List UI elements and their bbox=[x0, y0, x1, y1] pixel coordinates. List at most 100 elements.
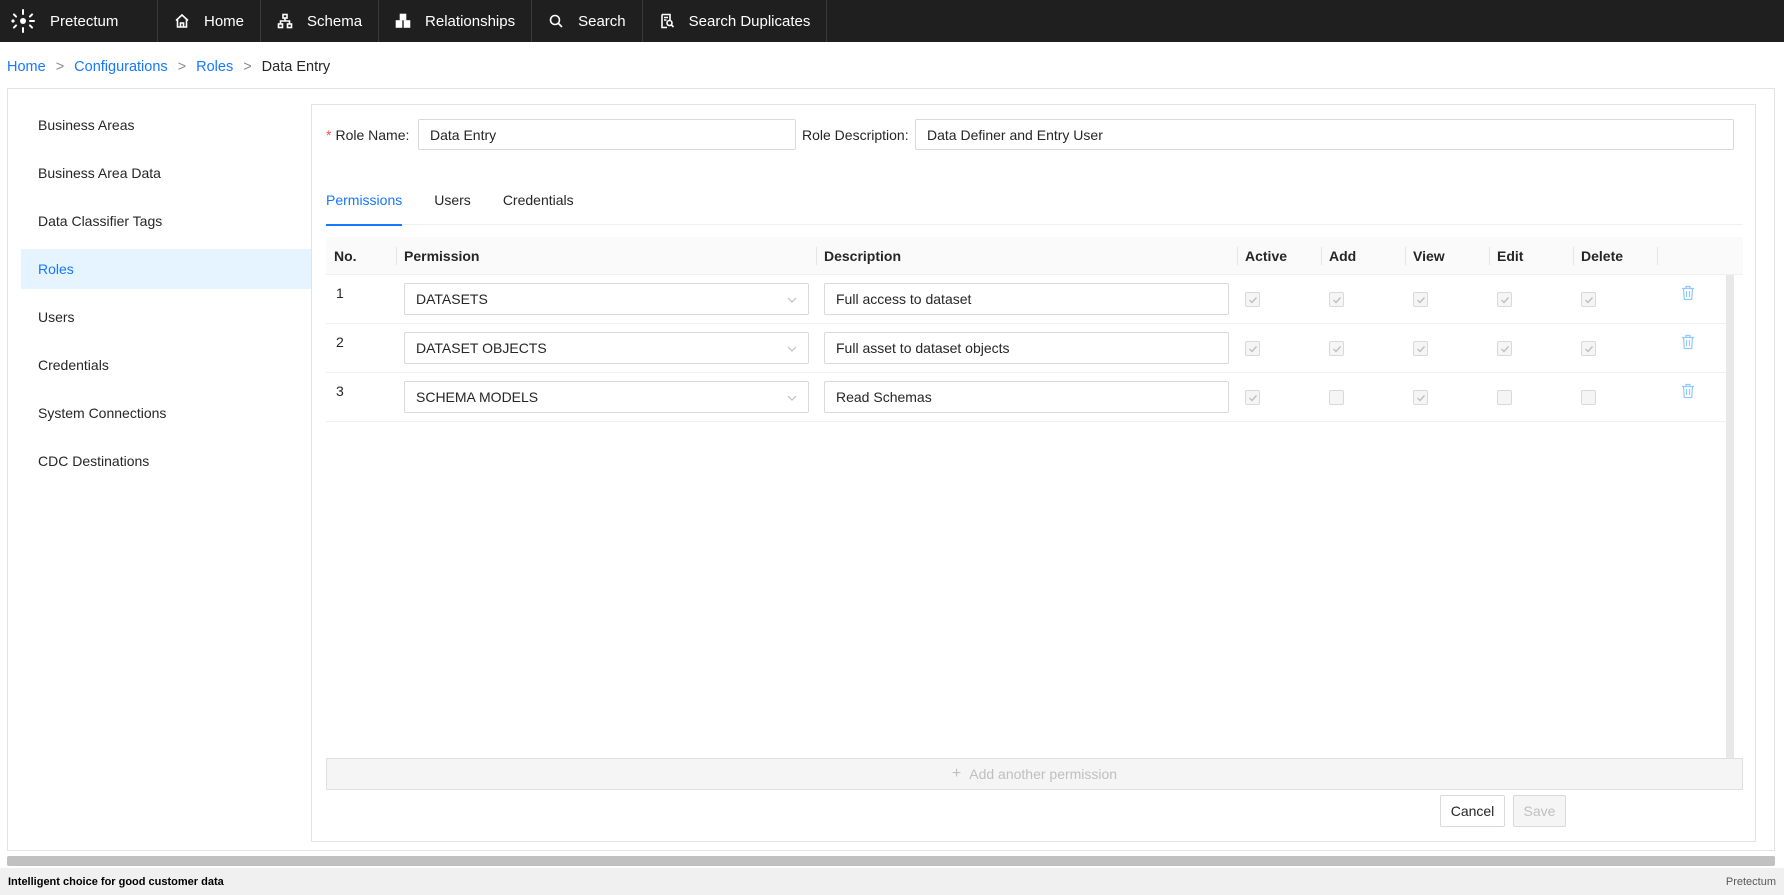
role-tabs: Permissions Users Credentials bbox=[326, 175, 1743, 226]
row-number: 1 bbox=[336, 285, 344, 301]
nav-search[interactable]: Search bbox=[532, 0, 643, 42]
chevron-down-icon bbox=[787, 297, 797, 303]
breadcrumb-configurations[interactable]: Configurations bbox=[74, 59, 168, 75]
check-icon bbox=[1500, 345, 1509, 353]
breadcrumb-current: Data Entry bbox=[261, 59, 331, 75]
check-icon bbox=[1584, 296, 1593, 304]
add-checkbox[interactable] bbox=[1329, 390, 1344, 405]
view-checkbox[interactable] bbox=[1413, 292, 1428, 307]
header-description: Description bbox=[824, 248, 902, 264]
nav-search-duplicates[interactable]: Search Duplicates bbox=[643, 0, 828, 42]
delete-row-icon[interactable] bbox=[1681, 334, 1695, 350]
permission-description-input[interactable] bbox=[824, 381, 1229, 413]
delete-checkbox[interactable] bbox=[1581, 292, 1596, 307]
breadcrumb-roles[interactable]: Roles bbox=[196, 59, 233, 75]
active-checkbox[interactable] bbox=[1245, 390, 1260, 405]
search-duplicates-icon bbox=[660, 13, 674, 29]
sidebar-item-data-classifier-tags[interactable]: Data Classifier Tags bbox=[21, 201, 311, 241]
delete-row-icon[interactable] bbox=[1681, 383, 1695, 399]
breadcrumb-separator: > bbox=[177, 59, 187, 75]
header-add: Add bbox=[1329, 248, 1357, 264]
edit-checkbox[interactable] bbox=[1497, 292, 1512, 307]
check-icon bbox=[1416, 296, 1425, 304]
header-delete: Delete bbox=[1581, 248, 1624, 264]
check-icon bbox=[1584, 345, 1593, 353]
tab-permissions[interactable]: Permissions bbox=[326, 175, 403, 226]
top-navbar: Pretectum Home Schema Relationships Sear… bbox=[0, 0, 1784, 42]
nav-schema-label: Schema bbox=[307, 12, 363, 30]
footer: Intelligent choice for good customer dat… bbox=[0, 868, 1784, 895]
permission-description-input[interactable] bbox=[824, 283, 1229, 315]
role-description-input[interactable] bbox=[915, 119, 1734, 150]
add-permission-label: Add another permission bbox=[969, 766, 1118, 782]
active-checkbox[interactable] bbox=[1245, 292, 1260, 307]
edit-checkbox[interactable] bbox=[1497, 341, 1512, 356]
header-permission: Permission bbox=[404, 248, 480, 264]
header-edit: Edit bbox=[1497, 248, 1524, 264]
check-icon bbox=[1248, 345, 1257, 353]
permission-description-input[interactable] bbox=[824, 332, 1229, 364]
brand-name: Pretectum bbox=[50, 12, 119, 30]
nav-home-label: Home bbox=[204, 12, 245, 30]
nav-home[interactable]: Home bbox=[158, 0, 262, 42]
tab-credentials[interactable]: Credentials bbox=[503, 175, 574, 225]
role-editor-panel: *Role Name: Role Description: Permission… bbox=[311, 104, 1756, 842]
active-checkbox[interactable] bbox=[1245, 341, 1260, 356]
role-description-label: Role Description: bbox=[802, 127, 909, 143]
permission-select[interactable]: SCHEMA MODELS bbox=[404, 381, 809, 413]
nav-search-duplicates-label: Search Duplicates bbox=[688, 12, 811, 30]
header-no: No. bbox=[334, 248, 357, 264]
table-row: 2 DATASET OBJECTS bbox=[326, 324, 1729, 373]
breadcrumb-separator: > bbox=[243, 59, 252, 75]
delete-row-icon[interactable] bbox=[1681, 285, 1695, 301]
add-checkbox[interactable] bbox=[1329, 292, 1344, 307]
sidebar-item-users[interactable]: Users bbox=[21, 297, 311, 337]
brand[interactable]: Pretectum bbox=[0, 0, 158, 42]
breadcrumb-home[interactable]: Home bbox=[7, 59, 46, 75]
config-sidebar: Business Areas Business Area Data Data C… bbox=[21, 105, 311, 489]
sidebar-item-business-areas[interactable]: Business Areas bbox=[21, 105, 311, 145]
save-button[interactable]: Save bbox=[1513, 795, 1566, 827]
table-scrollbar[interactable] bbox=[1726, 275, 1734, 763]
check-icon bbox=[1500, 296, 1509, 304]
sidebar-item-business-area-data[interactable]: Business Area Data bbox=[21, 153, 311, 193]
check-icon bbox=[1332, 296, 1341, 304]
view-checkbox[interactable] bbox=[1413, 341, 1428, 356]
plus-icon: + bbox=[951, 765, 962, 782]
schema-icon bbox=[277, 13, 293, 29]
relationships-icon bbox=[395, 13, 411, 28]
table-row: 3 SCHEMA MODELS bbox=[326, 373, 1729, 422]
footer-tagline: Intelligent choice for good customer dat… bbox=[8, 875, 224, 888]
column-divider bbox=[1657, 247, 1658, 265]
footer-brand: Pretectum bbox=[1725, 875, 1776, 888]
nav-schema[interactable]: Schema bbox=[261, 0, 380, 42]
sidebar-item-system-connections[interactable]: System Connections bbox=[21, 393, 311, 433]
edit-checkbox[interactable] bbox=[1497, 390, 1512, 405]
table-row: 1 DATASETS bbox=[326, 275, 1729, 324]
page-horizontal-scrollbar[interactable] bbox=[7, 856, 1775, 866]
permission-select[interactable]: DATASET OBJECTS bbox=[404, 332, 809, 364]
view-checkbox[interactable] bbox=[1413, 390, 1428, 405]
permission-select-value: DATASET OBJECTS bbox=[416, 340, 547, 356]
delete-checkbox[interactable] bbox=[1581, 390, 1596, 405]
search-icon bbox=[549, 14, 563, 28]
chevron-down-icon bbox=[787, 346, 797, 352]
delete-checkbox[interactable] bbox=[1581, 341, 1596, 356]
role-name-input[interactable] bbox=[418, 119, 796, 150]
header-view: View bbox=[1413, 248, 1445, 264]
add-checkbox[interactable] bbox=[1329, 341, 1344, 356]
tab-users[interactable]: Users bbox=[434, 175, 471, 225]
breadcrumb-separator: > bbox=[55, 59, 65, 75]
sidebar-item-cdc-destinations[interactable]: CDC Destinations bbox=[21, 441, 311, 481]
role-name-label: * Role Name: bbox=[326, 127, 410, 143]
permission-select[interactable]: DATASETS bbox=[404, 283, 809, 315]
row-number: 3 bbox=[336, 383, 344, 399]
cancel-button[interactable]: Cancel bbox=[1440, 795, 1505, 827]
nav-relationships[interactable]: Relationships bbox=[379, 0, 533, 42]
sidebar-item-roles[interactable]: Roles bbox=[21, 249, 311, 289]
nav-search-label: Search bbox=[578, 12, 626, 30]
add-permission-button[interactable]: + Add another permission bbox=[326, 758, 1743, 790]
check-icon bbox=[1416, 394, 1425, 402]
sidebar-item-credentials[interactable]: Credentials bbox=[21, 345, 311, 385]
pretectum-logo-icon bbox=[11, 9, 35, 33]
